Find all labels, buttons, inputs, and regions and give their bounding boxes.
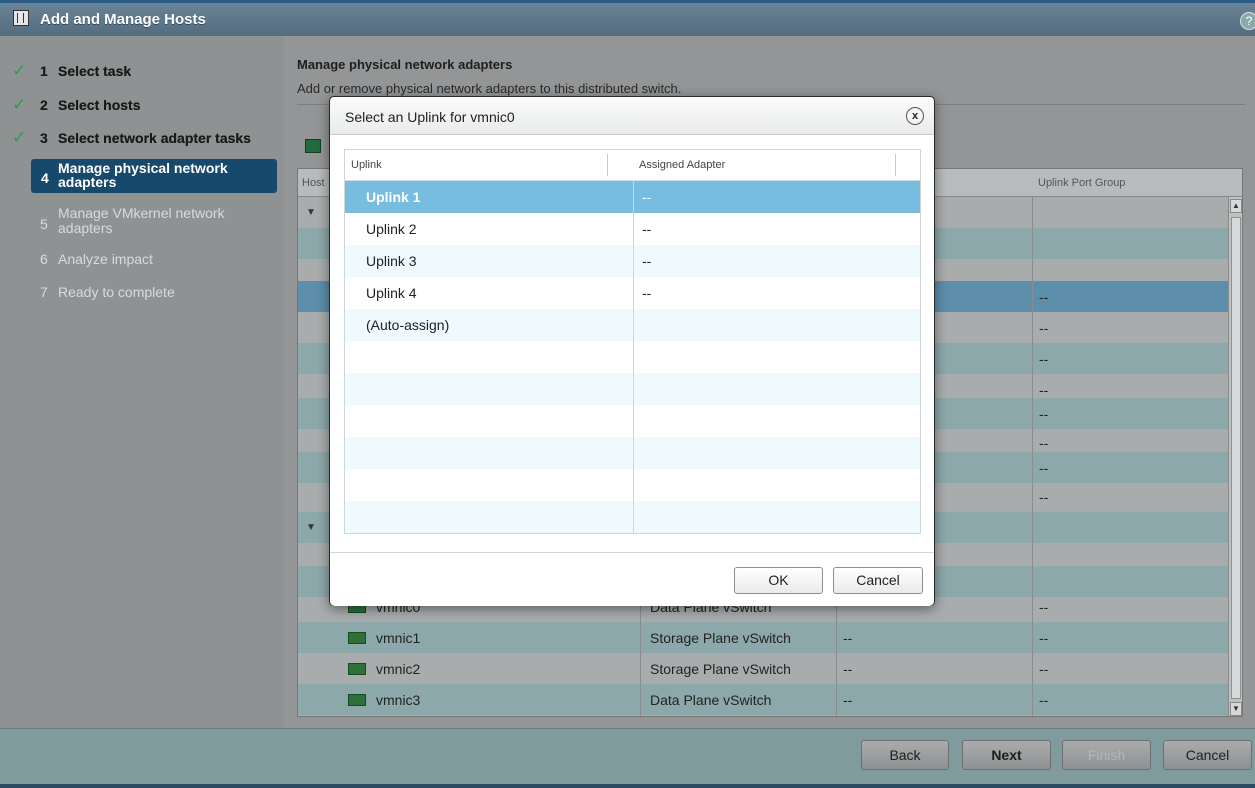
table-cell: -- — [1039, 289, 1049, 305]
table-cell: -- — [1039, 351, 1049, 367]
table-cell: -- — [1039, 320, 1049, 336]
assigned-adapter: -- — [642, 253, 652, 269]
adapter-uplink: -- — [843, 692, 853, 708]
wizard-icon — [13, 10, 29, 26]
column-divider — [633, 181, 634, 533]
step-manage-vmkernel-adapters: 5 Manage VMkernel network adapters — [0, 200, 284, 236]
adapter-uplink: -- — [843, 661, 853, 677]
table-cell: -- — [1039, 489, 1049, 505]
step-number: 2 — [40, 97, 48, 113]
select-uplink-dialog: Select an Uplink for vmnic0 x Uplink Ass… — [329, 96, 935, 606]
step-analyze-impact: 6 Analyze impact — [0, 243, 284, 273]
step-number: 5 — [40, 216, 48, 232]
step-label: Select hosts — [58, 97, 141, 113]
collapse-icon[interactable]: ▼ — [306, 522, 316, 533]
network-adapter-icon — [348, 632, 366, 644]
uplink-name: (Auto-assign) — [366, 317, 450, 333]
step-number: 6 — [40, 251, 48, 267]
check-icon: ✓ — [12, 95, 27, 114]
dialog-titlebar: Select an Uplink for vmnic0 x — [330, 97, 934, 135]
adapter-switch: Storage Plane vSwitch — [650, 630, 791, 646]
dialog-title: Select an Uplink for vmnic0 — [345, 109, 515, 125]
table-row[interactable]: vmnic2 Storage Plane vSwitch -- -- — [298, 653, 1228, 684]
column-uplink-port-group[interactable]: Uplink Port Group — [1038, 177, 1125, 189]
ok-button[interactable]: OK — [734, 567, 823, 594]
uplink-name: Uplink 3 — [366, 253, 417, 269]
adapter-switch: Data Plane vSwitch — [650, 692, 772, 708]
step-label: Analyze impact — [58, 251, 153, 267]
uplink-name: Uplink 4 — [366, 285, 417, 301]
table-row[interactable]: vmnic4 — [298, 715, 1228, 716]
assigned-adapter: -- — [642, 285, 652, 301]
step-number: 4 — [41, 170, 49, 186]
column-host[interactable]: Host — [302, 177, 325, 189]
back-button[interactable]: Back — [861, 740, 949, 770]
step-select-task[interactable]: ✓ 1 Select task — [0, 55, 284, 85]
wizard-titlebar: Add and Manage Hosts ? — [0, 0, 1255, 36]
uplink-name: Uplink 2 — [366, 221, 417, 237]
page-subtitle: Add or remove physical network adapters … — [297, 81, 682, 96]
wizard-title: Add and Manage Hosts — [40, 11, 206, 28]
next-button[interactable]: Next — [962, 740, 1051, 770]
table-cell: -- — [1039, 435, 1049, 451]
column-separator[interactable] — [895, 154, 896, 176]
finish-button: Finish — [1062, 740, 1151, 770]
step-number: 7 — [40, 284, 48, 300]
wizard-steps: ✓ 1 Select task ✓ 2 Select hosts ✓ 3 Sel… — [0, 36, 284, 728]
step-label: Manage VMkernel network adapters — [58, 205, 225, 236]
network-adapter-icon — [348, 694, 366, 706]
adapter-name: vmnic2 — [376, 661, 421, 677]
step-label: Select task — [58, 63, 132, 79]
column-separator[interactable] — [607, 154, 608, 176]
cancel-button[interactable]: Cancel — [1163, 740, 1252, 770]
table-row[interactable]: vmnic3 Data Plane vSwitch -- -- — [298, 684, 1228, 715]
table-cell: -- — [1039, 382, 1049, 398]
adapter-name: vmnic1 — [376, 630, 421, 646]
table-scrollbar[interactable]: ▲ ▼ — [1228, 197, 1242, 716]
collapse-icon[interactable]: ▼ — [306, 207, 316, 218]
uplink-name: Uplink 1 — [366, 189, 421, 205]
column-uplink[interactable]: Uplink — [351, 159, 382, 171]
check-icon: ✓ — [12, 128, 27, 147]
scroll-down-icon[interactable]: ▼ — [1230, 702, 1242, 716]
manage-adapters-icon[interactable] — [305, 139, 321, 153]
adapter-switch: Storage Plane vSwitch — [650, 661, 791, 677]
page-title: Manage physical network adapters — [297, 57, 513, 72]
check-icon: ✓ — [12, 61, 27, 80]
column-assigned-adapter[interactable]: Assigned Adapter — [639, 159, 725, 171]
grid-header: Uplink Assigned Adapter — [345, 150, 920, 181]
assigned-adapter: -- — [642, 221, 652, 237]
column-divider — [1032, 197, 1033, 716]
table-cell: -- — [1039, 406, 1049, 422]
uplink-port-group: -- — [1039, 661, 1049, 677]
dialog-footer: OK Cancel — [330, 552, 934, 606]
uplink-port-group: -- — [1039, 630, 1049, 646]
step-label: Select network adapter tasks — [58, 130, 251, 146]
wizard-footer: Back Next Finish Cancel — [0, 728, 1255, 784]
scroll-up-icon[interactable]: ▲ — [1230, 199, 1242, 213]
adapter-uplink: -- — [843, 630, 853, 646]
step-number: 1 — [40, 63, 48, 79]
uplink-port-group: -- — [1039, 599, 1049, 615]
assigned-adapter: -- — [642, 189, 652, 205]
network-adapter-icon — [348, 663, 366, 675]
adapter-name: vmnic3 — [376, 692, 421, 708]
table-row[interactable]: vmnic1 Storage Plane vSwitch -- -- — [298, 622, 1228, 653]
dialog-cancel-button[interactable]: Cancel — [833, 567, 923, 594]
step-manage-physical-adapters[interactable]: 4 Manage physical network adapters — [31, 159, 277, 193]
uplink-port-group: -- — [1039, 692, 1049, 708]
close-icon[interactable]: x — [906, 107, 924, 125]
step-select-hosts[interactable]: ✓ 2 Select hosts — [0, 89, 284, 119]
step-ready-to-complete: 7 Ready to complete — [0, 276, 284, 306]
step-select-adapter-tasks[interactable]: ✓ 3 Select network adapter tasks — [0, 122, 284, 152]
uplink-grid: Uplink Assigned Adapter Uplink 1 -- Upli… — [344, 149, 921, 534]
scroll-thumb[interactable] — [1231, 217, 1241, 699]
help-icon[interactable]: ? — [1240, 12, 1255, 30]
step-label: Ready to complete — [58, 284, 175, 300]
table-cell: -- — [1039, 460, 1049, 476]
step-number: 3 — [40, 130, 48, 146]
step-label: Manage physical network adapters — [58, 160, 228, 190]
